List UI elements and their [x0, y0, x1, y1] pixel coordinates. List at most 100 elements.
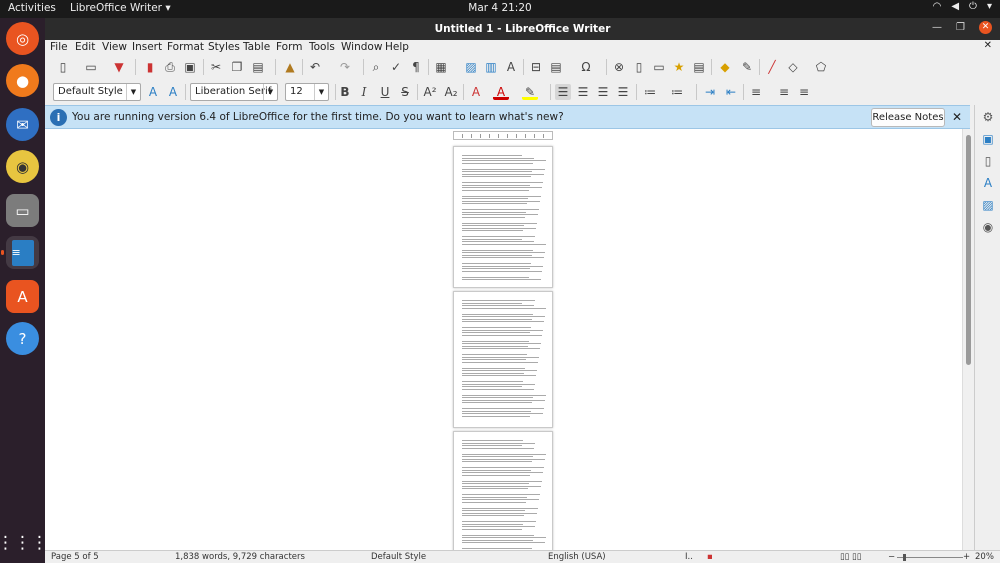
- minimize-icon[interactable]: —: [932, 22, 942, 33]
- gallery-icon[interactable]: ▨: [980, 197, 996, 213]
- strikethrough-icon[interactable]: S: [397, 84, 413, 100]
- view-layout-icon[interactable]: ▯▯ ▯▯: [840, 552, 861, 562]
- draw-functions-icon[interactable]: ⬠: [813, 59, 829, 75]
- print-icon[interactable]: ⎙: [162, 59, 178, 75]
- highlight-icon[interactable]: ✎: [522, 84, 538, 100]
- activities-button[interactable]: Activities: [8, 2, 56, 14]
- zoom-slider-knob[interactable]: [903, 554, 906, 561]
- formatting-marks-icon[interactable]: ¶: [408, 59, 424, 75]
- apps-grid-icon[interactable]: ⋮⋮⋮: [0, 526, 48, 559]
- page-icon[interactable]: ▯: [980, 153, 996, 169]
- menu-form[interactable]: Form: [276, 41, 302, 53]
- subscript-icon[interactable]: A₂: [443, 84, 459, 100]
- clear-formatting-icon[interactable]: A: [468, 84, 484, 100]
- navigator-icon[interactable]: ◉: [980, 219, 996, 235]
- document-page[interactable]: [453, 146, 553, 288]
- cut-icon[interactable]: ✂: [208, 59, 224, 75]
- help-icon[interactable]: ?: [6, 322, 39, 355]
- zoom-in-icon[interactable]: +: [963, 552, 970, 562]
- ubuntu-icon[interactable]: ◎: [6, 22, 39, 55]
- open-icon[interactable]: ▭: [83, 59, 99, 75]
- close-document-icon[interactable]: ✕: [984, 40, 992, 51]
- undo-icon[interactable]: ↶: [307, 59, 323, 75]
- firefox-icon[interactable]: ●: [6, 64, 39, 97]
- document-page[interactable]: [453, 291, 553, 428]
- menu-table[interactable]: Table: [243, 41, 270, 53]
- new-document-icon[interactable]: ▯: [55, 59, 71, 75]
- word-count[interactable]: 1,838 words, 9,729 characters: [175, 552, 305, 562]
- increase-indent-icon[interactable]: ⇥: [702, 84, 718, 100]
- close-infobar-button[interactable]: ✕: [952, 110, 962, 124]
- menu-tools[interactable]: Tools: [309, 41, 335, 53]
- menu-edit[interactable]: Edit: [75, 41, 95, 53]
- increase-paragraph-spacing-icon[interactable]: ≡: [776, 84, 792, 100]
- align-center-icon[interactable]: ☰: [575, 84, 591, 100]
- copy-icon[interactable]: ❐: [229, 59, 245, 75]
- ruler[interactable]: [453, 131, 553, 140]
- menu-view[interactable]: View: [102, 41, 127, 53]
- zoom-level[interactable]: 20%: [975, 552, 994, 562]
- clone-formatting-icon[interactable]: ▲: [282, 59, 298, 75]
- insert-mode-icon[interactable]: I..: [685, 552, 693, 562]
- line-spacing-icon[interactable]: ≡: [748, 84, 764, 100]
- font-color-icon[interactable]: A: [493, 84, 509, 100]
- page-count[interactable]: Page 5 of 5: [51, 552, 99, 562]
- document-page[interactable]: [453, 431, 553, 550]
- cross-reference-icon[interactable]: ▤: [691, 59, 707, 75]
- track-changes-icon[interactable]: ✎: [739, 59, 755, 75]
- app-menu[interactable]: LibreOffice Writer ▾: [70, 2, 171, 14]
- menu-insert[interactable]: Insert: [132, 41, 162, 53]
- insert-chart-icon[interactable]: ▥: [483, 59, 499, 75]
- update-style-icon[interactable]: A: [145, 84, 161, 100]
- unordered-list-icon[interactable]: ≔: [642, 84, 658, 100]
- basic-shapes-icon[interactable]: ◇: [785, 59, 801, 75]
- decrease-indent-icon[interactable]: ⇤: [723, 84, 739, 100]
- export-pdf-icon[interactable]: ▮: [142, 59, 158, 75]
- insert-field-icon[interactable]: ▤: [548, 59, 564, 75]
- scrollbar-thumb[interactable]: [966, 135, 971, 365]
- special-character-icon[interactable]: Ω: [578, 59, 594, 75]
- document-area[interactable]: [45, 129, 962, 550]
- align-left-icon[interactable]: ☰: [555, 84, 571, 100]
- font-size-select[interactable]: 12 ▼: [285, 83, 329, 101]
- font-name-select[interactable]: Liberation Serif ▼: [190, 83, 278, 101]
- insert-textbox-icon[interactable]: A: [503, 59, 519, 75]
- maximize-icon[interactable]: ❐: [956, 22, 965, 33]
- menu-file[interactable]: File: [50, 41, 68, 53]
- writer-icon[interactable]: ≡: [1, 236, 39, 269]
- paragraph-style-select[interactable]: Default Style ▼: [53, 83, 141, 101]
- rhythmbox-icon[interactable]: ◉: [6, 150, 39, 183]
- vertical-scrollbar[interactable]: [962, 129, 974, 550]
- menu-styles[interactable]: Styles: [208, 41, 240, 53]
- comment-icon[interactable]: ◆: [717, 59, 733, 75]
- save-icon[interactable]: ▼: [111, 59, 127, 75]
- spelling-icon[interactable]: ✓: [388, 59, 404, 75]
- menu-format[interactable]: Format: [167, 41, 204, 53]
- hyperlink-icon[interactable]: ⊗: [611, 59, 627, 75]
- clock[interactable]: Mar 4 21:20: [468, 2, 531, 14]
- new-style-icon[interactable]: A: [165, 84, 181, 100]
- bookmark-icon[interactable]: ★: [671, 59, 687, 75]
- close-icon[interactable]: ✕: [979, 21, 992, 34]
- line-icon[interactable]: ╱: [764, 59, 780, 75]
- menu-window[interactable]: Window: [341, 41, 382, 53]
- endnote-icon[interactable]: ▭: [651, 59, 667, 75]
- page-style-status[interactable]: Default Style: [371, 552, 426, 562]
- redo-icon[interactable]: ↷: [337, 59, 353, 75]
- release-notes-button[interactable]: Release Notes: [871, 108, 945, 127]
- files-icon[interactable]: ▭: [6, 194, 39, 227]
- properties-icon[interactable]: ▣: [980, 131, 996, 147]
- paste-icon[interactable]: ▤: [250, 59, 266, 75]
- print-preview-icon[interactable]: ▣: [182, 59, 198, 75]
- ordered-list-icon[interactable]: ≔: [669, 84, 685, 100]
- footnote-icon[interactable]: ▯: [631, 59, 647, 75]
- align-right-icon[interactable]: ☰: [595, 84, 611, 100]
- software-icon[interactable]: A: [6, 280, 39, 313]
- find-replace-icon[interactable]: ⌕: [368, 59, 384, 75]
- styles-icon[interactable]: A: [980, 175, 996, 191]
- justify-icon[interactable]: ☰: [615, 84, 631, 100]
- menu-help[interactable]: Help: [385, 41, 409, 53]
- page-break-icon[interactable]: ⊟: [528, 59, 544, 75]
- zoom-out-icon[interactable]: −: [888, 552, 895, 562]
- zoom-slider[interactable]: [897, 557, 963, 558]
